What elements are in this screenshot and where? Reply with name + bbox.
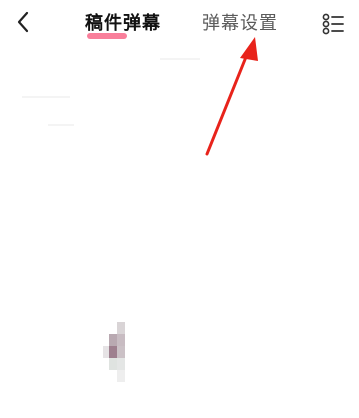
tab-danmaku-settings-label: 弹幕设置	[202, 13, 278, 34]
faint-placeholder	[160, 58, 200, 60]
menu-button[interactable]	[318, 10, 348, 38]
chevron-left-icon	[17, 11, 29, 33]
tab-video-danmaku[interactable]: 稿件弹幕	[85, 9, 161, 39]
tab-danmaku-settings[interactable]: 弹幕设置	[202, 9, 278, 39]
tab-video-danmaku-label: 稿件弹幕	[85, 13, 161, 34]
back-button[interactable]	[8, 6, 38, 38]
top-nav-bar: 稿件弹幕 弹幕设置	[0, 0, 359, 46]
faint-placeholder	[22, 96, 70, 98]
danmaku-screen: 稿件弹幕 弹幕设置	[0, 0, 359, 418]
danmaku-list-area	[0, 46, 359, 418]
blurred-thumbnail	[103, 322, 127, 382]
list-menu-icon	[322, 13, 344, 35]
faint-placeholder	[48, 124, 74, 126]
